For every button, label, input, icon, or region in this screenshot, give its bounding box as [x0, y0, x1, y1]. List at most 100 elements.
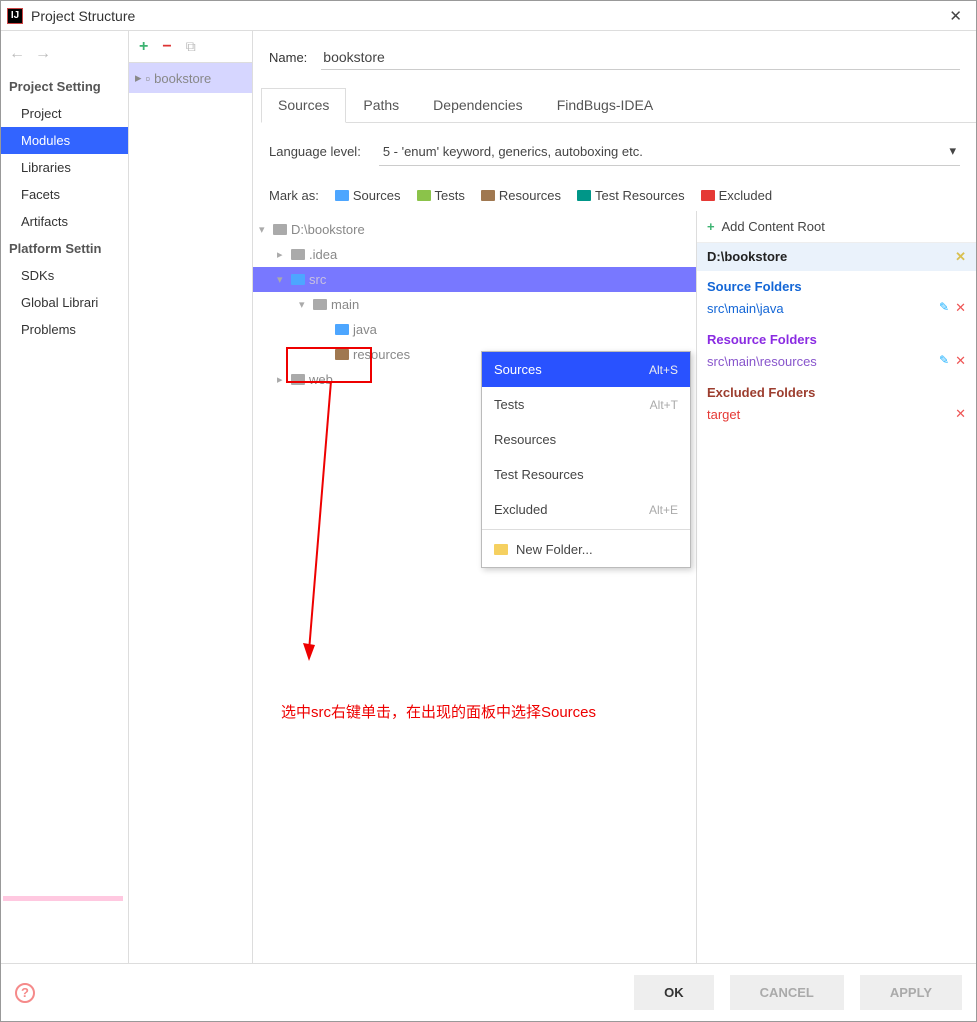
sidebar-item-libraries[interactable]: Libraries [1, 154, 128, 181]
sidebar-header: Project Setting [1, 73, 128, 100]
name-label: Name: [269, 50, 307, 65]
ctx-test-resources[interactable]: Test Resources [482, 457, 690, 492]
mark-tests[interactable]: Tests [417, 188, 465, 203]
scroll-indicator [3, 896, 123, 901]
tree-row[interactable]: ▾D:\bookstore [253, 217, 696, 242]
ctx-excluded[interactable]: ExcludedAlt+E [482, 492, 690, 527]
right-pane: + Add Content Root D:\bookstore ✕ Source… [696, 211, 976, 963]
module-name: bookstore [154, 71, 211, 86]
sidebar-item-project[interactable]: Project [1, 100, 128, 127]
delete-icon[interactable]: ✕ [955, 406, 966, 422]
ctx-sources[interactable]: SourcesAlt+S [482, 352, 690, 387]
expand-icon[interactable]: ▾ [299, 298, 309, 311]
mark-test-resources[interactable]: Test Resources [577, 188, 685, 203]
tab-paths[interactable]: Paths [346, 88, 416, 122]
titlebar: IJ Project Structure ✕ [1, 1, 976, 31]
rp-section: Source Folders [697, 271, 976, 296]
cancel-button[interactable]: CANCEL [730, 975, 844, 1010]
edit-icon[interactable]: ✎ [939, 300, 949, 316]
folder-icon [335, 190, 349, 201]
annotation-text: 选中src右键单击，在出现的面板中选择Sources [281, 701, 596, 722]
ctx-new-folder[interactable]: New Folder... [482, 532, 690, 567]
help-icon[interactable]: ? [15, 983, 35, 1003]
nav-arrows: ← → [1, 41, 128, 73]
ctx-tests[interactable]: TestsAlt+T [482, 387, 690, 422]
back-icon[interactable]: ← [9, 45, 25, 63]
mark-label: Mark as: [269, 188, 319, 203]
tree-column: ▾D:\bookstore▸.idea▾src▾mainjavaresource… [253, 211, 696, 963]
folder-icon [577, 190, 591, 201]
folder-icon [335, 324, 349, 335]
module-column: + − ⧉ ▸ ▫ bookstore [129, 31, 253, 963]
context-menu: SourcesAlt+STestsAlt+TResourcesTest Reso… [481, 351, 691, 568]
folder-icon [291, 374, 305, 385]
mark-sources[interactable]: Sources [335, 188, 401, 203]
language-value: 5 - 'enum' keyword, generics, autoboxing… [383, 144, 643, 159]
tab-sources[interactable]: Sources [261, 88, 346, 123]
sources-area: ▾D:\bookstore▸.idea▾src▾mainjavaresource… [253, 211, 976, 963]
sidebar-header: Platform Settin [1, 235, 128, 262]
mark-excluded[interactable]: Excluded [701, 188, 772, 203]
sidebar-item-problems[interactable]: Problems [1, 316, 128, 343]
sidebar-item-sdks[interactable]: SDKs [1, 262, 128, 289]
delete-icon[interactable]: ✕ [955, 300, 966, 316]
name-row: Name: bookstore [253, 31, 976, 70]
tree-row[interactable]: java [253, 317, 696, 342]
tree-row[interactable]: ▸.idea [253, 242, 696, 267]
footer: ? OK CANCEL APPLY [1, 963, 976, 1021]
folder-icon [291, 249, 305, 260]
folder-icon [417, 190, 431, 201]
folder-icon [273, 224, 287, 235]
forward-icon[interactable]: → [35, 45, 51, 63]
delete-icon[interactable]: ✕ [955, 353, 966, 369]
sidebar-item-modules[interactable]: Modules [1, 127, 128, 154]
tree-row[interactable]: ▾src [253, 267, 696, 292]
tabs: SourcesPathsDependenciesFindBugs-IDEA [261, 88, 976, 123]
sidebar-item-facets[interactable]: Facets [1, 181, 128, 208]
folder-icon [701, 190, 715, 201]
close-icon[interactable]: ✕ [941, 7, 970, 25]
content-root-header[interactable]: D:\bookstore ✕ [697, 243, 976, 271]
rp-section: Resource Folders [697, 324, 976, 349]
add-module-icon[interactable]: + [139, 38, 148, 56]
ok-button[interactable]: OK [634, 975, 714, 1010]
add-content-root[interactable]: + Add Content Root [697, 211, 976, 243]
delete-root-icon[interactable]: ✕ [955, 249, 966, 265]
ctx-resources[interactable]: Resources [482, 422, 690, 457]
language-label: Language level: [269, 144, 361, 159]
sidebar-item-artifacts[interactable]: Artifacts [1, 208, 128, 235]
folder-icon [313, 299, 327, 310]
language-row: Language level: 5 - 'enum' keyword, gene… [253, 123, 976, 180]
copy-module-icon[interactable]: ⧉ [186, 38, 196, 55]
mark-resources[interactable]: Resources [481, 188, 561, 203]
edit-icon[interactable]: ✎ [939, 353, 949, 369]
rp-item[interactable]: src\main\resources✎✕ [697, 349, 976, 377]
folder-icon [481, 190, 495, 201]
window-title: Project Structure [31, 8, 941, 24]
folder-icon [291, 274, 305, 285]
tab-dependencies[interactable]: Dependencies [416, 88, 540, 122]
sidebar-item-global-librari[interactable]: Global Librari [1, 289, 128, 316]
expand-icon[interactable]: ▾ [259, 223, 269, 236]
tree-row[interactable]: ▾main [253, 292, 696, 317]
new-folder-icon [494, 544, 508, 555]
main-row: ← → Project SettingProjectModulesLibrari… [1, 31, 976, 963]
chevron-right-icon: ▸ [135, 70, 142, 86]
module-item[interactable]: ▸ ▫ bookstore [129, 63, 252, 93]
folder-icon [335, 349, 349, 360]
language-select[interactable]: 5 - 'enum' keyword, generics, autoboxing… [379, 137, 960, 166]
module-icon: ▫ [146, 71, 151, 86]
expand-icon[interactable]: ▸ [277, 248, 287, 261]
rp-item[interactable]: src\main\java✎✕ [697, 296, 976, 324]
tab-findbugs-idea[interactable]: FindBugs-IDEA [540, 88, 670, 122]
remove-module-icon[interactable]: − [162, 38, 171, 56]
name-field[interactable]: bookstore [321, 45, 960, 70]
apply-button[interactable]: APPLY [860, 975, 962, 1010]
chevron-down-icon: ▾ [949, 143, 956, 159]
rp-item[interactable]: target✕ [697, 402, 976, 430]
module-toolbar: + − ⧉ [129, 31, 252, 63]
mark-as-row: Mark as: Sources Tests Resources Test Resou… [253, 180, 976, 211]
expand-icon[interactable]: ▸ [277, 373, 287, 386]
expand-icon[interactable]: ▾ [277, 273, 287, 286]
app-icon: IJ [7, 8, 23, 24]
